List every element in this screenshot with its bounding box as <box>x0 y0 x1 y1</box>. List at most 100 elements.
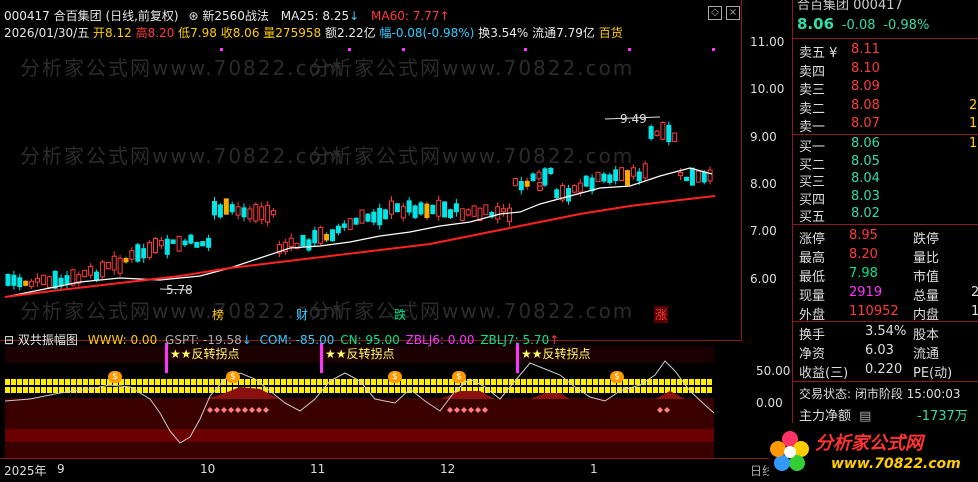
bid-row[interactable]: 买二 8.05 <box>799 154 975 173</box>
signal-block <box>407 379 412 385</box>
event-marker-zhang[interactable]: 涨 <box>654 306 669 323</box>
stat-row: 收益(三) 0.220 PE(动) <box>799 362 975 381</box>
stock-code-name[interactable]: 000417 合百集团 (日线,前复权) <box>4 9 179 23</box>
signal-block <box>77 379 82 385</box>
reversal-label: ★★反转拐点 <box>170 347 240 361</box>
signal-block <box>395 387 400 393</box>
signal-block <box>179 387 184 393</box>
stat-value: 3.54% <box>865 324 907 339</box>
candle-body <box>471 205 477 217</box>
signal-block <box>299 387 304 393</box>
dropdown-icon[interactable]: ⊟ <box>4 333 14 347</box>
bar-chart-icon[interactable]: ▤ <box>859 409 871 424</box>
ask-row[interactable]: 卖一 8.07 1 <box>799 116 977 135</box>
bid-label: 买三 <box>799 175 826 190</box>
logo-url: www.70822.com <box>831 456 961 472</box>
ask-label: 卖四 <box>799 64 826 80</box>
signal-block <box>527 379 532 385</box>
ask-row[interactable]: 卖二 8.08 2 <box>799 98 977 117</box>
candle-body <box>507 207 512 223</box>
diamond-icon[interactable]: ◇ <box>708 6 722 20</box>
signal-block <box>521 379 526 385</box>
signal-block <box>71 379 76 385</box>
bid-row[interactable]: 买一 8.06 1 <box>799 136 977 155</box>
quote-stats: 涨停 8.95 跌停 最高 8.20 量比 最低 7.98 市值 现量 2919 总量 2 外盘 11095… <box>793 225 978 323</box>
signal-block <box>443 379 448 385</box>
ask-row[interactable]: 卖四 8.10 <box>799 61 975 80</box>
signal-block <box>533 379 538 385</box>
signal-dot <box>402 48 405 51</box>
trade-status: 交易状态: 闭市阶段 15:00:03 <box>799 387 961 401</box>
event-marker-bang[interactable]: 榜 <box>212 306 224 323</box>
signal-block <box>23 387 28 393</box>
signal-block <box>143 387 148 393</box>
signal-block <box>125 387 130 393</box>
signal-block <box>401 387 406 393</box>
time-axis: 2025年 9 10 11 12 1 日线 <box>0 458 792 482</box>
signal-block <box>383 379 388 385</box>
ask-row[interactable]: 卖五 ¥ 8.11 <box>799 42 975 61</box>
price-tick-label: 9.00 <box>750 130 777 144</box>
ma60-value: MA60: 7.77 <box>371 9 440 23</box>
candle-body <box>94 271 99 281</box>
signal-block <box>419 387 424 393</box>
stat-row: 净资 6.03 流通 <box>799 343 975 362</box>
signal-block <box>347 387 352 393</box>
settings-icon[interactable]: ⊛ <box>188 9 198 23</box>
candle-body <box>206 237 212 248</box>
ask-row[interactable]: 卖三 8.09 <box>799 79 975 98</box>
signal-block <box>107 387 112 393</box>
signal-block <box>557 387 562 393</box>
signal-dot <box>524 48 527 51</box>
candle-body <box>105 261 111 270</box>
current-price: 8.06 <box>797 15 835 33</box>
candle-body <box>117 257 123 274</box>
bar-sector[interactable]: 百货 <box>599 26 623 40</box>
candle-body <box>577 182 583 193</box>
bid-row[interactable]: 买五 8.02 <box>799 206 975 225</box>
bid-row[interactable]: 买三 8.04 <box>799 171 975 190</box>
candle-body <box>111 255 117 271</box>
bar-open: 开8.12 <box>93 26 132 40</box>
stat-row: 最高 8.20 量比 <box>799 247 975 266</box>
signal-block <box>119 387 124 393</box>
bar-amount: 额2.22亿 <box>324 26 376 40</box>
ask-label: 卖二 <box>799 101 826 117</box>
candle-body <box>589 177 595 192</box>
candle-body <box>524 180 530 187</box>
signal-block <box>317 379 322 385</box>
oscillator-header: ⊟ 双共振幅图 WWW: 0.00 GSPT: -19.58↓ COM: -85… <box>4 331 559 348</box>
signal-block <box>539 387 544 393</box>
signal-block <box>203 379 208 385</box>
signal-dot <box>348 48 351 51</box>
stat-label: 股本 <box>913 328 940 343</box>
event-marker-cai[interactable]: 财 <box>296 306 308 323</box>
event-marker-die[interactable]: 跌 <box>394 306 406 323</box>
candle-body <box>259 206 265 221</box>
signal-block <box>383 387 388 393</box>
candle-body <box>400 205 406 219</box>
reversal-label: ★★反转拐点 <box>325 347 395 361</box>
signal-block <box>575 379 580 385</box>
signal-dot <box>220 48 223 51</box>
high-price-annotation: 9.49 <box>620 112 647 126</box>
candle-body <box>46 276 52 288</box>
oscillator-title[interactable]: 双共振幅图 <box>18 333 78 347</box>
indicator-name[interactable]: 新2560战法 <box>202 9 269 23</box>
oscillator-chart[interactable]: ⊟ 双共振幅图 WWW: 0.00 GSPT: -19.58↓ COM: -85… <box>0 333 742 458</box>
main-kline-chart[interactable]: 分析家公式网www.70822.com 分析家公式网www.70822.com … <box>0 0 742 340</box>
signal-block <box>203 387 208 393</box>
bid-row[interactable]: 买四 8.03 <box>799 189 975 208</box>
signal-block <box>497 387 502 393</box>
ma25-value: MA25: 8.25 <box>280 9 350 23</box>
signal-block <box>677 387 682 393</box>
site-logo: 分析家公式网 www.70822.com <box>769 423 978 482</box>
stat-label: 最低 <box>799 270 826 285</box>
signal-block <box>593 379 598 385</box>
candle-body <box>678 171 684 177</box>
close-icon[interactable]: × <box>726 6 740 20</box>
signal-block <box>707 387 712 393</box>
candle-body <box>212 201 217 216</box>
candle-body <box>29 280 35 287</box>
signal-dot <box>712 48 715 51</box>
